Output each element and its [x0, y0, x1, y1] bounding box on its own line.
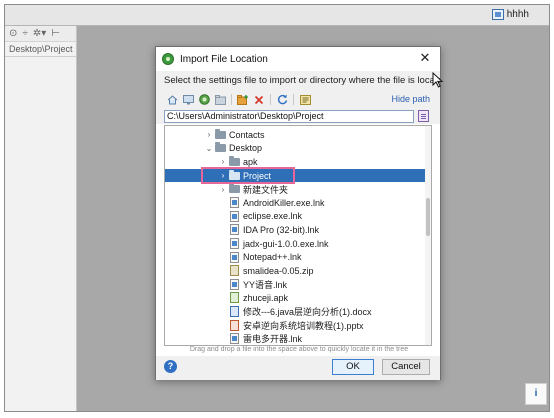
toolbar-separator	[270, 94, 271, 105]
tree-item-label: jadx-gui-1.0.0.exe.lnk	[243, 238, 329, 249]
gear-icon[interactable]: ✲▾	[33, 28, 46, 39]
tree-folder-row[interactable]: › Contacts	[165, 128, 427, 142]
pin-icon[interactable]: ⊢	[51, 28, 60, 39]
tree-item-label: 雷电多开器.lnk	[243, 334, 303, 345]
expand-arrow-icon[interactable]: ⌄	[205, 144, 213, 153]
refresh-icon[interactable]	[276, 94, 288, 106]
tree-scrollbar[interactable]	[425, 126, 431, 345]
tree-item-label: 修改---6.java层逆向分析(1).docx	[243, 307, 372, 318]
folder-icon	[215, 128, 226, 139]
show-hidden-icon[interactable]	[299, 94, 311, 106]
cancel-button[interactable]: Cancel	[382, 359, 430, 375]
tree-item-label: Desktop	[229, 143, 263, 154]
help-icon[interactable]: ?	[164, 360, 177, 373]
tree-file-row[interactable]: IDA Pro (32-bit).lnk	[165, 223, 427, 237]
file-tree[interactable]: › Contacts ⌄ Desktop › apk › Project › 新建文件夹 Andro…	[164, 125, 432, 346]
tree-item-label: 安卓逆向系统培训教程(1).pptx	[243, 320, 364, 331]
ok-button[interactable]: OK	[332, 359, 374, 375]
expand-arrow-icon[interactable]: ›	[219, 171, 227, 180]
close-icon[interactable]: ✕	[418, 51, 432, 65]
ide-top-bar: hhhh	[5, 5, 549, 26]
tree-item-label: eclipse.exe.lnk	[243, 211, 303, 222]
event-log-button[interactable]: i	[525, 383, 547, 405]
lnk-file-icon	[230, 333, 239, 345]
import-file-dialog: Import File Location ✕ Select the settin…	[155, 46, 441, 380]
lnk-file-icon	[230, 278, 239, 290]
tree-folder-row[interactable]: › 新建文件夹	[165, 182, 427, 196]
tree-file-row[interactable]: Notepad++.lnk	[165, 250, 427, 264]
tree-item-label: YY语音.lnk	[243, 279, 288, 290]
tree-item-label: 新建文件夹	[243, 184, 289, 195]
tree-file-row[interactable]: zhuceji.apk	[165, 291, 427, 305]
dialog-title: Import File Location	[180, 53, 268, 65]
tree-file-row[interactable]: 安卓逆向系统培训教程(1).pptx	[165, 318, 427, 332]
delete-icon[interactable]	[253, 94, 265, 106]
android-studio-icon	[162, 53, 174, 65]
tree-item-label: apk	[243, 156, 258, 167]
project-panel-toolbar: ⊙ ÷ ✲▾ ⊢	[5, 26, 76, 42]
desktop-icon[interactable]	[182, 94, 194, 106]
lnk-file-icon	[230, 210, 239, 222]
folder-icon	[215, 142, 226, 153]
expand-arrow-icon[interactable]: ›	[219, 185, 227, 194]
collapse-icon[interactable]: ÷	[22, 28, 28, 39]
tree-item-label: IDA Pro (32-bit).lnk	[243, 224, 320, 235]
sync-icon[interactable]: ⊙	[9, 28, 17, 39]
toolbar-separator	[231, 94, 232, 105]
doc-file-icon	[230, 306, 239, 318]
tree-file-row[interactable]: YY语音.lnk	[165, 278, 427, 292]
dialog-description: Select the settings file to import or di…	[156, 71, 440, 91]
new-folder-icon[interactable]	[237, 94, 249, 106]
tree-file-row[interactable]: AndroidKiller.exe.lnk	[165, 196, 427, 210]
path-field[interactable]	[164, 109, 414, 123]
expand-arrow-icon[interactable]: ›	[205, 130, 213, 139]
apk-file-icon	[230, 292, 239, 304]
tree-item-label: Contacts	[229, 129, 265, 140]
project-icon[interactable]	[198, 94, 210, 106]
lnk-file-icon	[230, 224, 239, 236]
tree-item-label: Project	[243, 170, 272, 181]
project-path-tab[interactable]: Desktop\Project	[5, 42, 76, 57]
tree-item-label: Notepad++.lnk	[243, 252, 302, 263]
tree-folder-row[interactable]: ⌄ Desktop	[165, 142, 427, 156]
tree-file-row[interactable]: 雷电多开器.lnk	[165, 332, 427, 345]
user-name: hhhh	[506, 9, 529, 20]
dialog-title-bar[interactable]: Import File Location ✕	[156, 47, 440, 71]
tree-item-label: AndroidKiller.exe.lnk	[243, 197, 325, 208]
mouse-cursor-icon	[432, 72, 444, 88]
folder-icon	[229, 169, 240, 180]
ppt-file-icon	[230, 319, 239, 331]
module-icon[interactable]	[214, 94, 226, 106]
ide-user-area[interactable]: hhhh	[491, 9, 529, 20]
lnk-file-icon	[230, 197, 239, 209]
file-chooser-toolbar: Hide path	[156, 91, 440, 108]
tree-file-row[interactable]: jadx-gui-1.0.0.exe.lnk	[165, 237, 427, 251]
tree-item-label: smalidea-0.05.zip	[243, 265, 314, 276]
tree-item-label: zhuceji.apk	[243, 292, 289, 303]
path-row	[156, 108, 440, 124]
tree-file-row[interactable]: smalidea-0.05.zip	[165, 264, 427, 278]
lnk-file-icon	[230, 251, 239, 263]
toolbar-separator	[293, 94, 294, 105]
tree-file-row[interactable]: 修改---6.java层逆向分析(1).docx	[165, 305, 427, 319]
path-history-icon[interactable]	[418, 110, 429, 122]
tree-file-row[interactable]: eclipse.exe.lnk	[165, 210, 427, 224]
folder-icon	[229, 155, 240, 166]
drag-drop-hint: Drag and drop a file into the space abov…	[189, 346, 409, 353]
project-panel: ⊙ ÷ ✲▾ ⊢ Desktop\Project	[5, 26, 77, 411]
user-icon	[491, 9, 504, 20]
lnk-file-icon	[230, 238, 239, 250]
hide-path-link[interactable]: Hide path	[391, 94, 430, 104]
home-icon[interactable]	[166, 94, 178, 106]
tree-folder-row[interactable]: › Project	[165, 168, 427, 183]
tree-scrollbar-thumb[interactable]	[426, 198, 430, 236]
folder-icon	[229, 183, 240, 194]
tree-folder-row[interactable]: › apk	[165, 155, 427, 169]
zip-file-icon	[230, 265, 239, 277]
expand-arrow-icon[interactable]: ›	[219, 157, 227, 166]
dialog-footer: ? OK Cancel	[156, 356, 440, 380]
